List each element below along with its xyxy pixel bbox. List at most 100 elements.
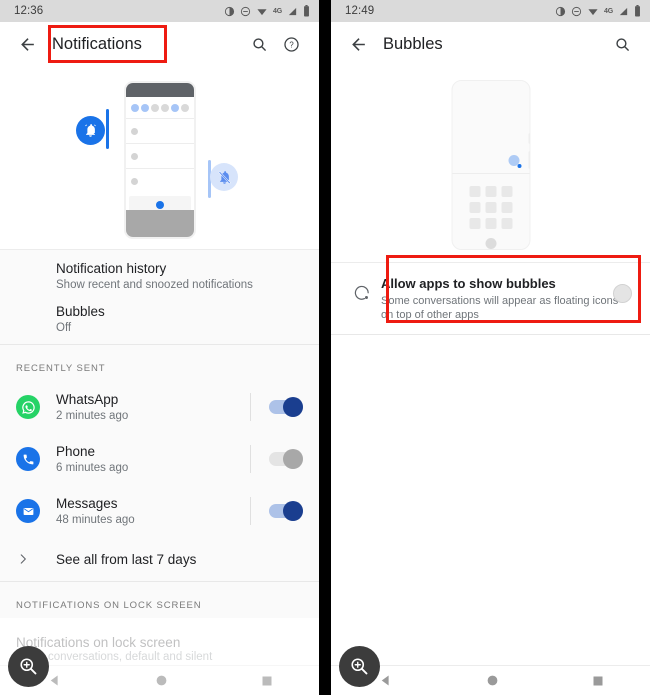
section-divider [331, 334, 650, 335]
zoom-in-icon [20, 658, 37, 675]
recents-nav-icon[interactable] [592, 675, 604, 687]
search-button[interactable] [243, 36, 275, 53]
bubble-setting-text: Allow apps to show bubbles Some conversa… [379, 275, 632, 322]
network-type-label: 4G [604, 7, 613, 15]
notification-on-badge [76, 116, 105, 145]
battery-icon [635, 5, 640, 17]
wifi-icon [588, 8, 598, 15]
allow-bubbles-title: Allow apps to show bubbles [381, 276, 556, 291]
recently-sent-header: Recently sent [16, 363, 106, 374]
bubble-icon [354, 285, 369, 300]
chevron-right-icon [20, 554, 26, 564]
bubbles-title: Bubbles [56, 303, 105, 319]
toggle-separator [250, 497, 251, 525]
app-toggle-whatsapp[interactable] [269, 397, 303, 417]
back-arrow-icon [351, 38, 365, 51]
app-toggle-area [250, 497, 303, 525]
toggle-separator [250, 445, 251, 473]
app-toggle-area [250, 445, 303, 473]
right-zoom-in-button[interactable] [339, 646, 380, 687]
contrast-icon [224, 6, 235, 16]
page-title: Notifications [52, 35, 142, 53]
app-row-phone[interactable]: Phone 6 minutes ago [0, 433, 319, 485]
lock-screen-item-title: Notifications on lock screen [16, 635, 181, 650]
app-toggle-messages[interactable] [269, 501, 303, 521]
screenshot-stage: 12:36 4G Notifications ? Notification hi… [0, 0, 650, 695]
bubble-icon-slot [345, 275, 379, 302]
bubbles-settings-section: Allow apps to show bubbles Some conversa… [331, 263, 650, 334]
right-phone-screen: 12:49 4G Bubbles Allow apps to show bubb… [331, 0, 650, 695]
app-name: Messages [56, 495, 118, 511]
app-name: WhatsApp [56, 391, 119, 407]
right-status-bar: 12:49 4G [331, 0, 650, 22]
illustration-quick-tiles [125, 97, 194, 119]
chevron-slot [16, 552, 56, 566]
illustration-device-footer [125, 210, 194, 237]
row-allow-apps-to-show-bubbles[interactable]: Allow apps to show bubbles Some conversa… [331, 263, 650, 334]
messages-icon [16, 499, 40, 523]
home-nav-icon[interactable] [486, 674, 499, 687]
left-status-bar: 12:36 4G [0, 0, 319, 22]
illustration-app-grid [452, 186, 529, 249]
app-row-messages[interactable]: Messages 48 minutes ago [0, 485, 319, 537]
back-button[interactable] [12, 35, 42, 54]
app-toggle-phone[interactable] [269, 449, 303, 469]
lock-screen-item-subtitle: Show conversations, default and silent [16, 651, 213, 663]
back-nav-icon[interactable] [47, 673, 62, 688]
notification-off-badge [210, 163, 238, 191]
back-nav-icon[interactable] [378, 673, 393, 688]
status-bar-time: 12:49 [345, 5, 375, 17]
page-title: Bubbles [383, 35, 443, 53]
general-settings-section: Notification history Show recent and sno… [0, 250, 319, 344]
status-bar-icons: 4G [555, 5, 641, 17]
allow-bubbles-toggle-area [613, 275, 636, 303]
app-time: 6 minutes ago [56, 461, 129, 474]
lock-screen-header: Notifications on lock screen [16, 600, 202, 611]
notifications-illustration [0, 67, 319, 250]
bubbles-subtitle: Off [56, 321, 72, 334]
left-app-bar: Notifications ? [0, 22, 319, 67]
status-bar-time: 12:36 [14, 5, 44, 17]
left-phone-screen: 12:36 4G Notifications ? Notification hi… [0, 0, 319, 695]
row-see-all[interactable]: See all from last 7 days [0, 537, 319, 581]
bell-off-icon [218, 170, 231, 184]
row-bubbles[interactable]: Bubbles Off [0, 294, 319, 344]
search-button[interactable] [606, 36, 638, 53]
illustration-device-topbar [125, 83, 194, 97]
signal-icon [619, 7, 628, 15]
lock-screen-section: Notifications on lock screen [0, 582, 319, 618]
svg-text:?: ? [289, 41, 294, 50]
dnd-icon [240, 6, 251, 16]
app-time: 48 minutes ago [56, 513, 135, 526]
row-notification-history[interactable]: Notification history Show recent and sno… [0, 250, 319, 294]
phone-icon [16, 447, 40, 471]
notification-history-subtitle: Show recent and snoozed notifications [56, 278, 253, 291]
back-button[interactable] [343, 35, 373, 54]
right-app-bar: Bubbles [331, 22, 650, 67]
app-row-whatsapp[interactable]: WhatsApp 2 minutes ago [0, 381, 319, 433]
notification-history-title: Notification history [56, 260, 167, 276]
home-nav-icon[interactable] [155, 674, 168, 687]
app-toggle-area [250, 393, 303, 421]
panel-gap [319, 0, 331, 695]
app-icon-slot [16, 395, 56, 419]
allow-bubbles-subtitle: Some conversations will appear as floati… [381, 295, 619, 321]
app-name: Phone [56, 443, 96, 459]
search-icon [252, 38, 266, 51]
dnd-icon [571, 6, 582, 16]
signal-icon [288, 7, 297, 15]
app-icon-slot [16, 447, 56, 471]
wifi-icon [257, 8, 267, 15]
illustration-device [123, 81, 196, 239]
search-icon [615, 38, 629, 51]
network-type-label: 4G [273, 7, 282, 15]
app-icon-slot [16, 499, 56, 523]
contrast-icon [555, 6, 566, 16]
left-zoom-in-button[interactable] [8, 646, 49, 687]
recents-nav-icon[interactable] [261, 675, 273, 687]
help-button[interactable]: ? [275, 36, 307, 53]
bell-icon [85, 124, 96, 137]
toggle-separator [250, 393, 251, 421]
help-icon: ? [283, 37, 299, 52]
whatsapp-icon [16, 395, 40, 419]
